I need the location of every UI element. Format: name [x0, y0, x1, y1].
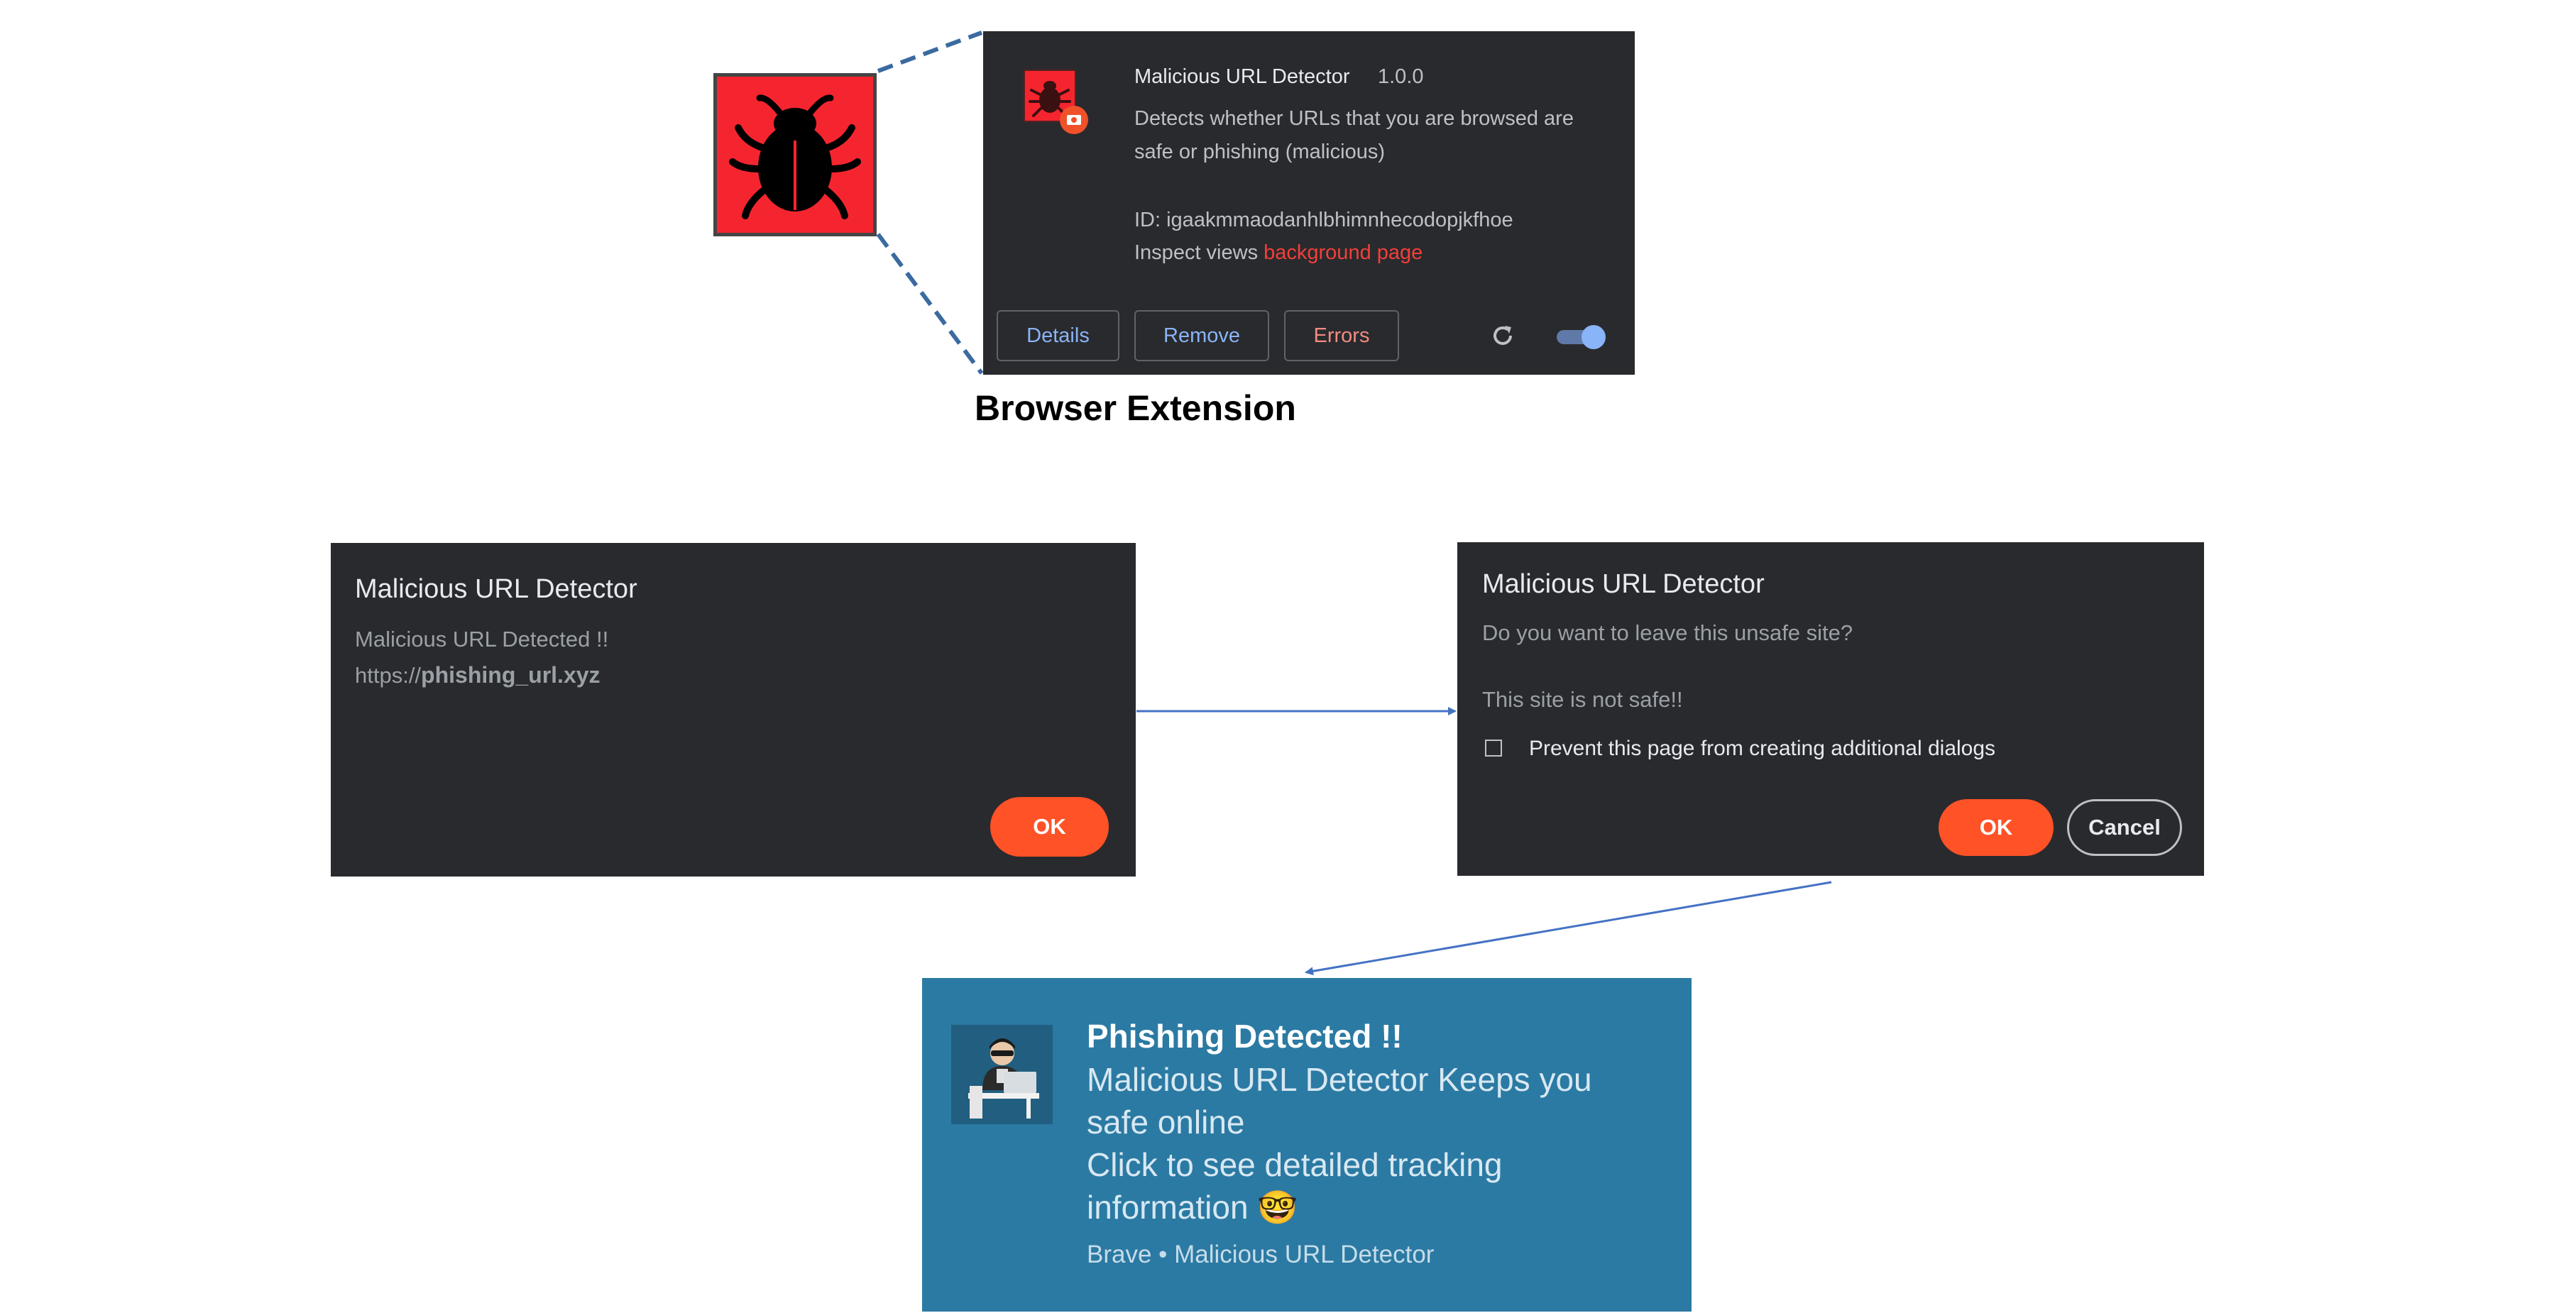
- confirm-dialog-title: Malicious URL Detector: [1482, 569, 1765, 599]
- extension-icon: [1023, 69, 1090, 136]
- extension-description: Detects whether URLs that you are browse…: [1134, 107, 1574, 163]
- url-prefix: https://: [355, 663, 422, 688]
- phishing-notification[interactable]: Phishing Detected !! Malicious URL Detec…: [922, 978, 1692, 1312]
- errors-button[interactable]: Errors: [1284, 310, 1399, 361]
- url-domain: phishing_url.xyz: [421, 662, 601, 688]
- notification-title: Phishing Detected !!: [1087, 1018, 1403, 1055]
- arrow-confirm-to-notification: [1305, 881, 1832, 976]
- nerd-face-emoji: 🤓: [1257, 1189, 1298, 1226]
- zoom-line-top: [877, 31, 983, 73]
- confirm-dialog: Malicious URL Detector Do you want to le…: [1457, 542, 2204, 876]
- alert-dialog: Malicious URL Detector Malicious URL Det…: [331, 543, 1136, 877]
- extension-card: Malicious URL Detector 1.0.0 Detects whe…: [983, 31, 1635, 375]
- alert-dialog-message: Malicious URL Detected !!: [355, 627, 609, 652]
- notification-body-line2: Click to see detailed tracking informati…: [1087, 1143, 1655, 1229]
- alert-dialog-title: Malicious URL Detector: [355, 574, 637, 604]
- notification-source: Brave • Malicious URL Detector: [1087, 1241, 1435, 1268]
- confirm-cancel-button[interactable]: Cancel: [2067, 799, 2182, 856]
- prevent-dialogs-label[interactable]: Prevent this page from creating addition…: [1529, 737, 1995, 761]
- confirm-dialog-question: Do you want to leave this unsafe site?: [1482, 620, 1853, 645]
- extension-version: 1.0.0: [1378, 65, 1424, 88]
- hacker-at-laptop-icon: [951, 1025, 1053, 1124]
- alert-dialog-url: https://phishing_url.xyz: [355, 662, 601, 688]
- remove-button[interactable]: Remove: [1134, 310, 1269, 361]
- enable-toggle[interactable]: [1555, 324, 1608, 350]
- zoom-line-bottom: [876, 233, 984, 375]
- bug-icon: [713, 73, 877, 236]
- confirm-ok-button[interactable]: OK: [1939, 799, 2054, 856]
- background-page-link[interactable]: background page: [1264, 241, 1423, 264]
- prevent-dialogs-checkbox[interactable]: [1485, 740, 1502, 757]
- alert-ok-button[interactable]: OK: [990, 797, 1109, 857]
- notification-body-line1: Malicious URL Detector Keeps you safe on…: [1087, 1061, 1592, 1141]
- details-button[interactable]: Details: [997, 310, 1119, 361]
- reload-icon[interactable]: [1489, 322, 1517, 350]
- confirm-dialog-message: This site is not safe!!: [1482, 687, 1683, 712]
- inspect-views: Inspect views background page: [1134, 241, 1423, 265]
- browser-extension-caption: Browser Extension: [975, 388, 1296, 428]
- inspect-views-label: Inspect views: [1134, 241, 1264, 264]
- extension-name: Malicious URL Detector: [1134, 65, 1350, 88]
- notification-body: Malicious URL Detector Keeps you safe on…: [1087, 1058, 1655, 1229]
- extension-id: ID: igaakmmaodanhlbhimnhecodopjkfhoe: [1134, 209, 1513, 231]
